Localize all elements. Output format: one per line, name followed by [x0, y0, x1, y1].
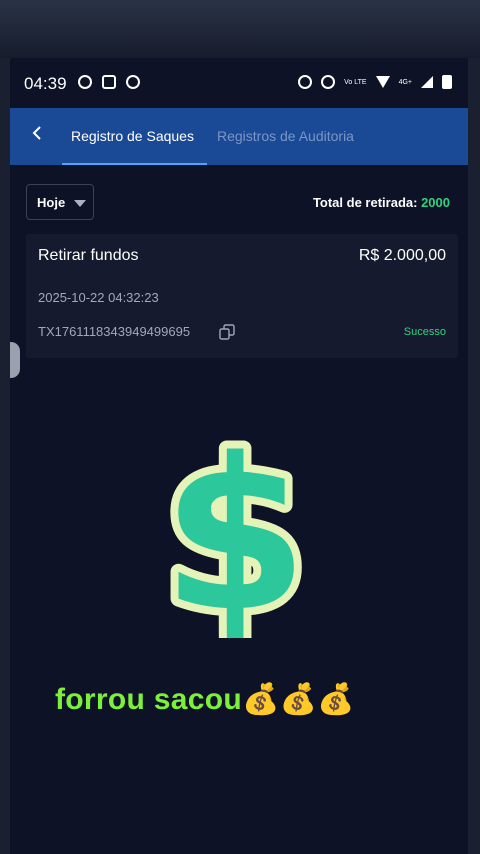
active-tab-indicator	[62, 163, 207, 165]
withdrawal-record-card[interactable]: Retirar fundos R$ 2.000,00 2025-10-22 04…	[26, 234, 458, 358]
status-left-icons	[78, 75, 140, 89]
app-header: Registro de Saques Registros de Auditori…	[10, 108, 468, 165]
record-title: Retirar fundos	[38, 247, 139, 264]
caret-down-icon	[74, 200, 86, 207]
battery-icon	[442, 75, 452, 89]
dollar-sticker: $ $	[160, 428, 310, 638]
date-filter-value: Hoje	[37, 195, 66, 210]
settings-notification-icon	[126, 75, 140, 89]
dollar-sticker-glyph: $	[162, 428, 308, 638]
date-filter-dropdown[interactable]: Hoje	[26, 184, 94, 220]
wifi-icon	[375, 76, 390, 88]
video-frame-top	[0, 0, 480, 58]
status-bar: 04:39 Vo LTE 4G+	[10, 58, 468, 108]
phone-screen: 04:39 Vo LTE 4G+ Registro de Saques Regi…	[10, 58, 468, 854]
notification-icon	[78, 75, 92, 89]
signal-icon	[421, 76, 433, 88]
total-label: Total de retirada:	[312, 195, 418, 210]
back-button[interactable]	[30, 122, 44, 150]
volte-label: Vo LTE	[344, 78, 367, 86]
tab-registros-de-auditoria[interactable]: Registros de Auditoria	[217, 128, 354, 144]
video-frame-left	[0, 58, 10, 854]
alarm-icon	[298, 75, 313, 89]
app-notification-icon	[102, 75, 116, 89]
record-amount: R$ 2.000,00	[358, 247, 446, 264]
floating-side-handle[interactable]	[10, 342, 20, 378]
record-status: Sucesso	[403, 326, 446, 338]
status-time: 04:39	[24, 74, 67, 93]
copy-icon[interactable]	[219, 324, 235, 340]
network-type-label: 4G+	[398, 78, 412, 86]
do-not-disturb-icon	[321, 75, 336, 89]
video-caption: forrou sacou💰💰💰	[55, 683, 355, 716]
total-value: 2000	[421, 195, 450, 210]
tab-registro-de-saques[interactable]: Registro de Saques	[71, 128, 194, 144]
video-frame-right	[468, 58, 480, 854]
status-right-icons: Vo LTE 4G+	[298, 75, 452, 89]
record-datetime: 2025-10-22 04:32:23	[38, 290, 159, 305]
record-transaction-id: TX1761118343949499695	[38, 324, 191, 339]
chevron-left-icon	[32, 126, 41, 140]
total-withdrawal: Total de retirada: 2000	[313, 195, 450, 210]
